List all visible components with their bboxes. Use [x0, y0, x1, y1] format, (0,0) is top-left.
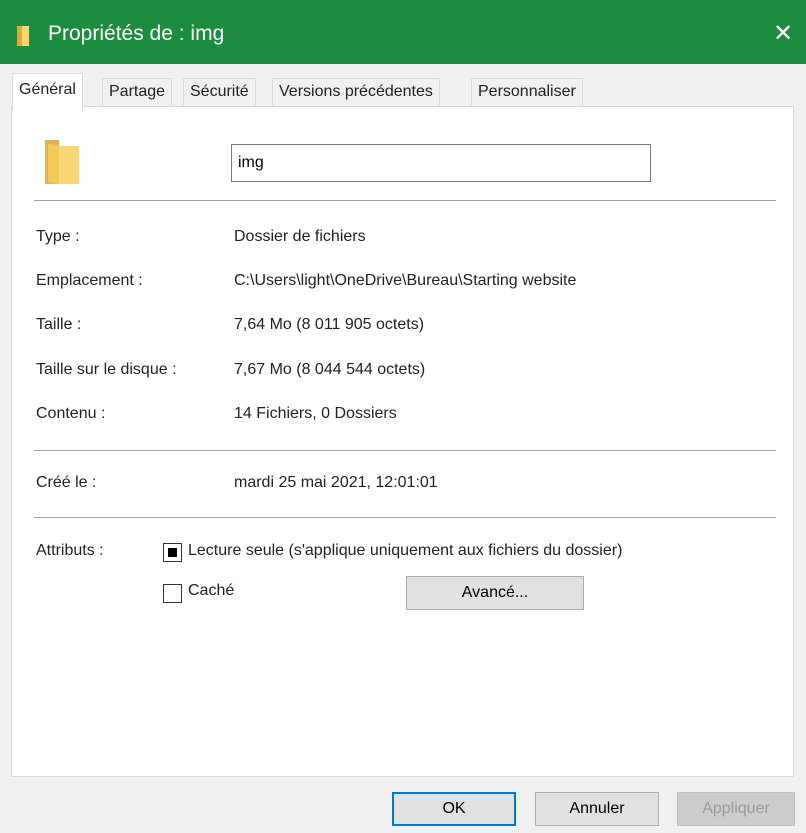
hidden-checkbox[interactable] [163, 584, 182, 603]
indeterminate-mark [168, 548, 177, 557]
window-title: Propriétés de : img [48, 22, 225, 45]
location-value: C:\Users\light\OneDrive\Bureau\Starting … [234, 272, 577, 289]
folder-name-input[interactable] [231, 144, 651, 182]
tab-versions-precedentes[interactable]: Versions précédentes [272, 78, 440, 108]
readonly-checkbox[interactable] [163, 543, 182, 562]
close-icon[interactable]: ✕ [760, 14, 806, 54]
general-panel [11, 106, 794, 777]
size-on-disk-value: 7,67 Mo (8 044 544 octets) [234, 361, 426, 378]
size-label: Taille : [36, 316, 82, 333]
tab-securite[interactable]: Sécurité [183, 78, 256, 108]
advanced-button[interactable]: Avancé... [406, 576, 584, 610]
created-label: Créé le : [36, 474, 97, 491]
location-label: Emplacement : [36, 272, 143, 289]
contents-label: Contenu : [36, 405, 106, 422]
tab-personnaliser[interactable]: Personnaliser [471, 78, 583, 108]
created-value: mardi 25 mai 2021, 12:01:01 [234, 474, 438, 491]
divider [34, 200, 776, 201]
type-label: Type : [36, 228, 80, 245]
title-bar: Propriétés de : img ✕ [0, 0, 806, 64]
ok-button[interactable]: OK [392, 792, 516, 826]
readonly-label[interactable]: Lecture seule (s'applique uniquement aux… [188, 542, 622, 560]
contents-value: 14 Fichiers, 0 Dossiers [234, 405, 397, 422]
apply-button: Appliquer [677, 792, 795, 826]
tab-partage[interactable]: Partage [102, 78, 173, 108]
size-value: 7,64 Mo (8 011 905 octets) [234, 316, 425, 333]
divider [34, 450, 776, 451]
folder-icon [17, 26, 29, 46]
folder-icon [45, 140, 79, 184]
cancel-button[interactable]: Annuler [535, 792, 659, 826]
attributes-label: Attributs : [36, 542, 104, 559]
type-value: Dossier de fichiers [234, 228, 366, 245]
hidden-label[interactable]: Caché [188, 582, 234, 600]
size-on-disk-label: Taille sur le disque : [36, 361, 177, 378]
divider [34, 517, 776, 518]
tab-general[interactable]: Général [12, 73, 83, 111]
